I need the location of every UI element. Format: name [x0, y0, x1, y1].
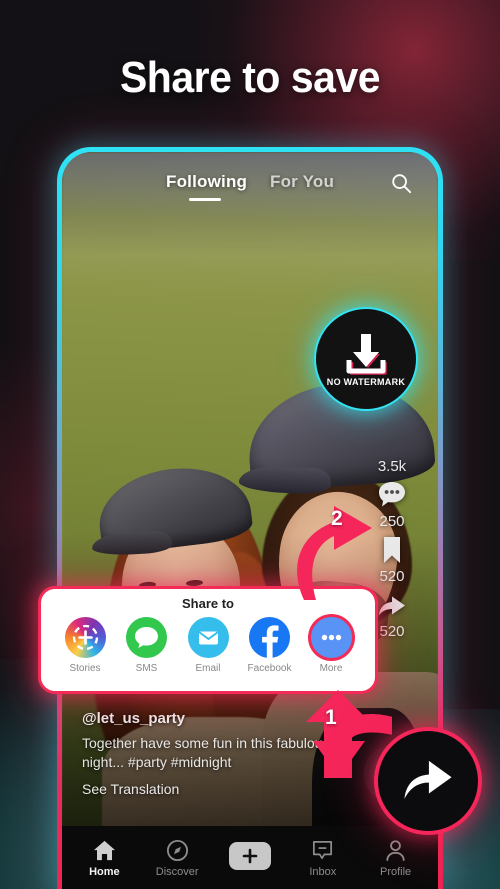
compass-icon [145, 837, 209, 863]
share-arrow-icon [399, 750, 457, 813]
nav-item-home[interactable]: Home [72, 837, 136, 878]
download-icon [341, 331, 391, 375]
bookmark-icon [375, 533, 409, 567]
search-icon[interactable] [390, 172, 412, 194]
tab-for-you[interactable]: For You [270, 172, 334, 192]
tab-following[interactable]: Following [166, 172, 247, 192]
share-item-more[interactable]: More [303, 617, 359, 674]
nav-item-inbox[interactable]: Inbox [291, 837, 355, 878]
share-label-sms: SMS [135, 663, 158, 674]
nav-label-home: Home [89, 866, 120, 878]
no-watermark-label: NO WATERMARK [326, 377, 406, 387]
instagram-stories-icon [64, 617, 106, 658]
share-label-stories: Stories [69, 663, 101, 674]
email-envelope-icon [187, 617, 229, 658]
share-icon [375, 588, 409, 622]
share-fab-button[interactable] [374, 727, 482, 835]
page-headline: Share to save [119, 53, 381, 102]
plus-icon[interactable] [224, 842, 275, 870]
share-item-stories[interactable]: Stories [57, 617, 113, 674]
share-sheet: Share to Stories SMS Email Facebook More [38, 586, 378, 694]
home-icon [72, 837, 136, 863]
share-label-email: Email [195, 663, 221, 674]
nav-label-discover: Discover [155, 866, 199, 878]
share-item-sms[interactable]: SMS [119, 617, 175, 674]
like-count: 3.5k [377, 458, 407, 475]
feed-top-tabs: Following For You [62, 172, 438, 208]
share-label-facebook: Facebook [247, 663, 292, 674]
share-label-more: More [319, 663, 343, 674]
nav-label-profile: Profile [379, 866, 412, 878]
callout-number-2: 2 [331, 507, 343, 530]
more-dots-icon [310, 617, 352, 658]
nav-item-profile[interactable]: Profile [364, 837, 428, 878]
rail-item-like[interactable]: 3.5k [360, 458, 424, 475]
comment-icon [375, 478, 409, 512]
callout-number-1: 1 [325, 706, 337, 729]
inbox-icon [291, 837, 355, 863]
share-item-facebook[interactable]: Facebook [242, 617, 298, 674]
nav-item-create[interactable] [218, 842, 282, 872]
callout-arrow-2: 2 [282, 492, 378, 602]
active-tab-underline [189, 198, 221, 201]
share-sheet-items: Stories SMS Email Facebook More [41, 611, 375, 674]
bottom-navigation-bar: Home Discover Inbox Profile [62, 826, 438, 889]
facebook-icon [249, 617, 290, 658]
see-translation-link[interactable]: See Translation [82, 781, 332, 797]
person-icon [364, 837, 428, 863]
nav-item-discover[interactable]: Discover [145, 837, 209, 878]
sms-bubble-icon [126, 617, 167, 658]
no-watermark-download-button[interactable]: NO WATERMARK [314, 307, 418, 411]
share-item-email[interactable]: Email [180, 617, 236, 674]
nav-label-inbox: Inbox [309, 866, 337, 878]
